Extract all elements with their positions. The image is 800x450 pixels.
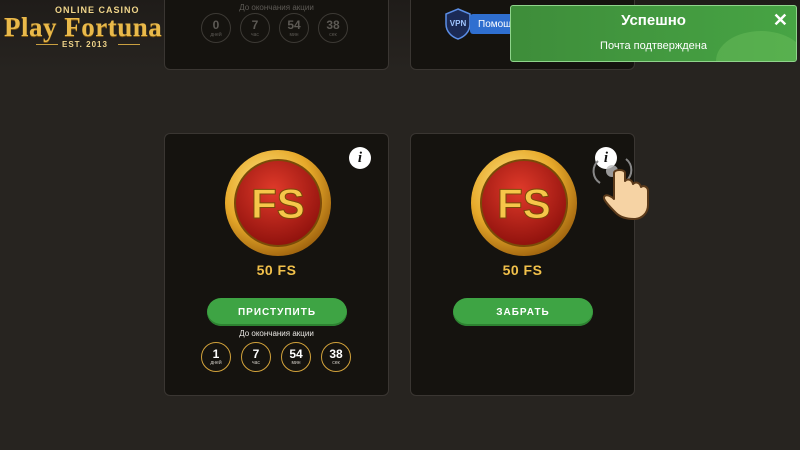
countdown: 1 дней 7 час 54 мин 38 сек: [201, 342, 351, 372]
countdown-seconds: 38 сек: [321, 342, 351, 372]
toast-message: Почта подтверждена: [600, 40, 707, 52]
countdown: 0 дней 7 час 54 мин 38 сек: [201, 13, 348, 43]
countdown-hours: 7 час: [241, 342, 271, 372]
coin-label: FS: [497, 180, 551, 227]
logo-brand: Play Fortuna: [4, 12, 163, 42]
promo-card-top-left: До окончания акции 0 дней 7 час 54 мин 38 се…: [164, 0, 389, 70]
info-icon[interactable]: i: [349, 147, 371, 169]
promo-card-free-spins-active: i FS 50 FS ПРИСТУПИТЬ До окончания акции…: [164, 133, 389, 396]
countdown-days: 0 дней: [201, 13, 231, 43]
countdown-label: До окончания акции: [239, 329, 314, 338]
vpn-shield-icon[interactable]: VPN: [444, 8, 472, 40]
coin-label: FS: [251, 180, 305, 227]
countdown-hours: 7 час: [240, 13, 270, 43]
free-spins-amount: 50 FS: [256, 262, 297, 278]
toast-title: Успешно: [621, 12, 686, 29]
close-icon[interactable]: ✕: [773, 10, 788, 30]
logo-divider: [36, 44, 58, 45]
start-button[interactable]: ПРИСТУПИТЬ: [207, 298, 347, 326]
countdown-days: 1 дней: [201, 342, 231, 372]
fs-coin-icon: FS: [225, 150, 331, 256]
help-button[interactable]: Помощь: [470, 14, 514, 34]
vpn-label: VPN: [450, 19, 467, 28]
success-toast: Успешно Почта подтверждена ✕: [510, 5, 797, 62]
countdown-minutes: 54 мин: [281, 342, 311, 372]
fs-coin-icon: FS: [471, 150, 577, 256]
logo-divider: [118, 44, 140, 45]
countdown-minutes: 54 мин: [279, 13, 309, 43]
countdown-label: До окончания акции: [239, 3, 314, 12]
logo-established: EST. 2013: [62, 40, 108, 49]
free-spins-amount: 50 FS: [502, 262, 543, 278]
hand-pointer-icon: [592, 158, 649, 220]
countdown-seconds: 38 сек: [318, 13, 348, 43]
claim-button[interactable]: ЗАБРАТЬ: [453, 298, 593, 326]
site-logo[interactable]: ONLINE CASINO Play Fortuna EST. 2013: [0, 0, 190, 52]
